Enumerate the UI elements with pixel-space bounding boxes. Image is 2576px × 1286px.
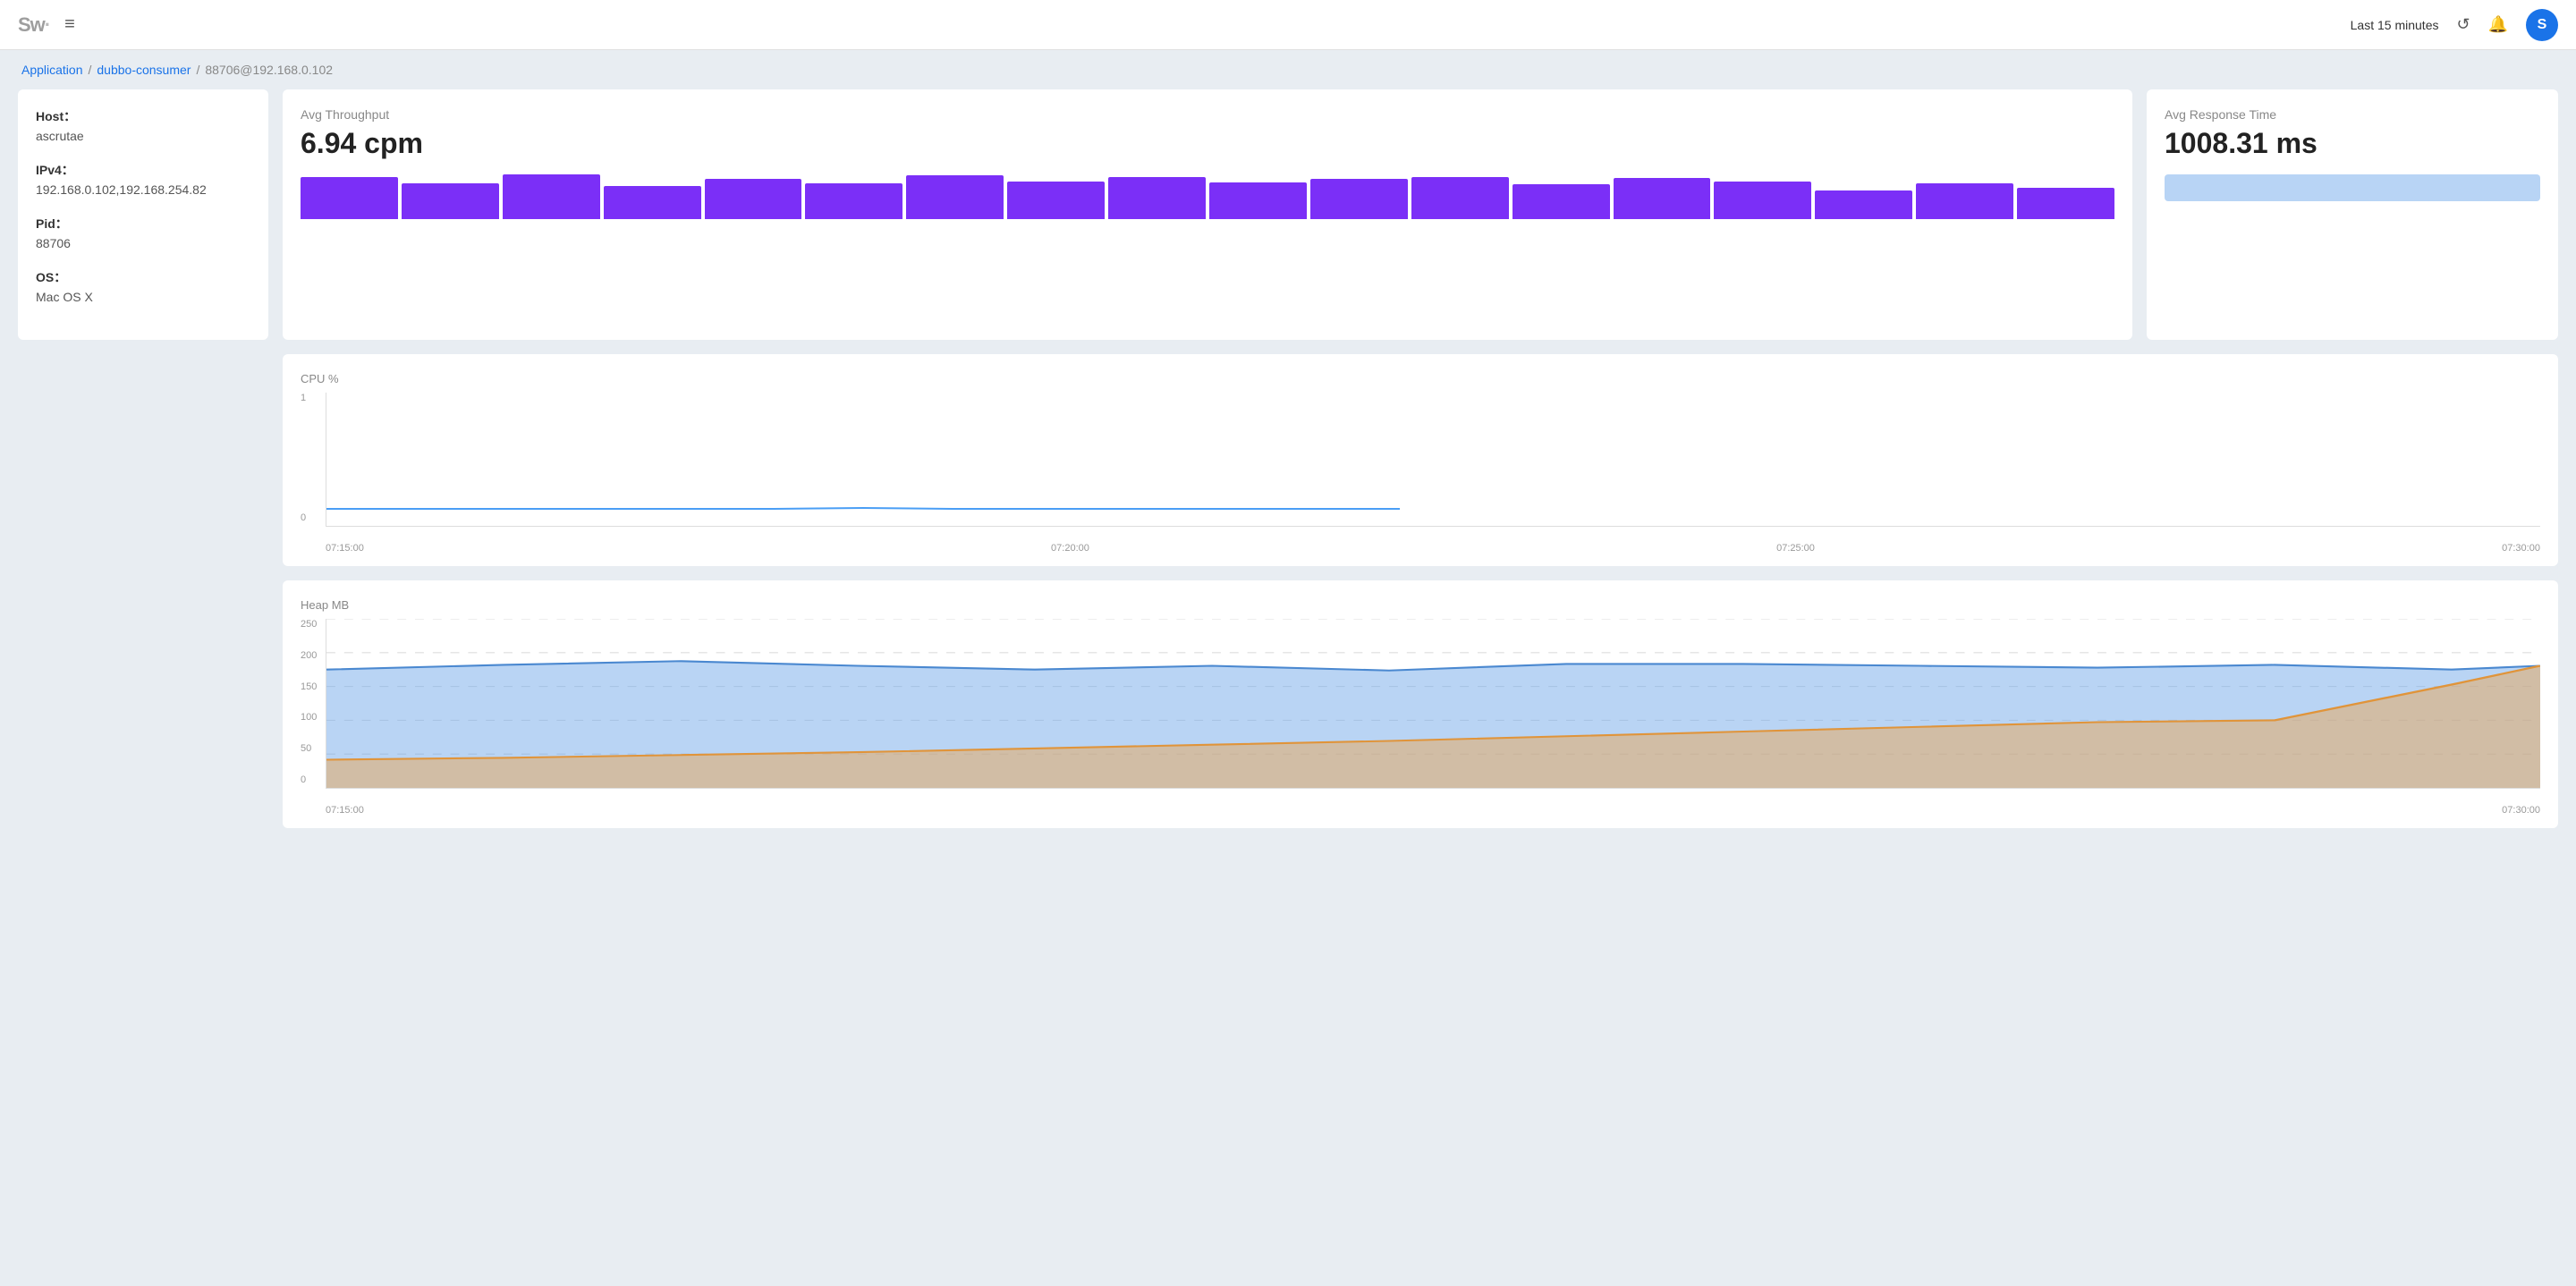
- throughput-bar: [1411, 177, 1509, 219]
- logo-dot: ·: [45, 13, 50, 36]
- breadcrumb: Application / dubbo-consumer / 88706@192…: [0, 50, 2576, 89]
- pid-value: 88706: [36, 236, 250, 250]
- cpu-x-4: 07:30:00: [2502, 543, 2540, 554]
- throughput-bars: [301, 174, 2114, 219]
- throughput-bar: [402, 183, 499, 219]
- throughput-bar: [2017, 188, 2114, 219]
- heap-x-end: 07:30:00: [2502, 805, 2540, 816]
- heap-chart-card: Heap MB 250 200 150 100 50 0: [283, 580, 2558, 828]
- throughput-bar: [1310, 179, 1408, 219]
- logo[interactable]: Sw·: [18, 13, 50, 37]
- cpu-y-max: 1: [301, 393, 306, 403]
- heap-y-200: 200: [301, 650, 317, 661]
- throughput-bar: [1916, 183, 2013, 219]
- response-time-title: Avg Response Time: [2165, 107, 2540, 122]
- cpu-chart-title: CPU %: [301, 372, 2540, 385]
- header-right: Last 15 minutes ↺ 🔔 S: [2351, 9, 2558, 41]
- cpu-y-labels: 1 0: [301, 393, 306, 527]
- throughput-bar: [1108, 177, 1206, 219]
- throughput-bar: [503, 174, 600, 219]
- header: Sw· ≡ Last 15 minutes ↺ 🔔 S: [0, 0, 2576, 50]
- throughput-bar: [1007, 182, 1105, 219]
- response-time-bar: [2165, 174, 2540, 201]
- throughput-bar: [1513, 184, 1610, 219]
- throughput-bar: [604, 186, 701, 219]
- response-time-value: 1008.31 ms: [2165, 127, 2540, 160]
- ipv4-label: IPv4：: [36, 161, 250, 179]
- main-content: Host： ascrutae IPv4： 192.168.0.102,192.1…: [0, 89, 2576, 846]
- throughput-bar: [1209, 182, 1307, 219]
- breadcrumb-pid: 88706@192.168.0.102: [205, 63, 333, 77]
- throughput-bar: [1815, 190, 1912, 219]
- host-value: ascrutae: [36, 129, 250, 143]
- pid-label: Pid：: [36, 215, 250, 233]
- heap-y-50: 50: [301, 743, 317, 754]
- cpu-x-2: 07:20:00: [1051, 543, 1089, 554]
- heap-x-start: 07:15:00: [326, 805, 364, 816]
- os-label: OS：: [36, 268, 250, 286]
- heap-y-100: 100: [301, 712, 317, 723]
- heap-chart-title: Heap MB: [301, 598, 2540, 612]
- throughput-bar: [1614, 178, 1711, 219]
- heap-chart: 250 200 150 100 50 0: [301, 619, 2540, 816]
- os-item: OS： Mac OS X: [36, 268, 250, 304]
- throughput-bar: [301, 177, 398, 219]
- os-value: Mac OS X: [36, 290, 250, 304]
- throughput-card: Avg Throughput 6.94 cpm: [283, 89, 2132, 340]
- cpu-chart-area: [326, 393, 2540, 527]
- pid-item: Pid： 88706: [36, 215, 250, 250]
- heap-x-labels: 07:15:00 07:30:00: [326, 805, 2540, 816]
- cpu-x-1: 07:15:00: [326, 543, 364, 554]
- host-label: Host：: [36, 107, 250, 125]
- breadcrumb-sep2: /: [196, 63, 199, 77]
- throughput-bar: [805, 183, 902, 219]
- throughput-value: 6.94 cpm: [301, 127, 2114, 160]
- heap-chart-area: [326, 619, 2540, 789]
- heap-y-250: 250: [301, 619, 317, 630]
- time-range-label: Last 15 minutes: [2351, 18, 2439, 32]
- cpu-x-3: 07:25:00: [1776, 543, 1815, 554]
- cpu-chart: 1 0 07:15:00 07:20:00 07:25:00 07:30:00: [301, 393, 2540, 554]
- bell-icon[interactable]: 🔔: [2488, 15, 2508, 34]
- refresh-icon[interactable]: ↺: [2456, 15, 2470, 34]
- heap-y-150: 150: [301, 681, 317, 692]
- ipv4-value: 192.168.0.102,192.168.254.82: [36, 182, 250, 197]
- heap-y-labels: 250 200 150 100 50 0: [301, 619, 317, 789]
- bottom-row: CPU % 1 0 07:15:00 07:20:00: [18, 354, 2558, 828]
- throughput-bar: [1714, 182, 1811, 219]
- heap-chart-svg: [326, 619, 2540, 788]
- avatar[interactable]: S: [2526, 9, 2558, 41]
- cpu-chart-card: CPU % 1 0 07:15:00 07:20:00: [283, 354, 2558, 566]
- menu-icon[interactable]: ≡: [64, 14, 75, 35]
- cpu-chart-svg: [326, 393, 2540, 526]
- host-item: Host： ascrutae: [36, 107, 250, 143]
- response-time-card: Avg Response Time 1008.31 ms: [2147, 89, 2558, 340]
- heap-y-0: 0: [301, 774, 317, 785]
- breadcrumb-sep1: /: [89, 63, 92, 77]
- throughput-bar: [906, 175, 1004, 219]
- ipv4-item: IPv4： 192.168.0.102,192.168.254.82: [36, 161, 250, 197]
- breadcrumb-instance[interactable]: dubbo-consumer: [97, 63, 191, 77]
- throughput-title: Avg Throughput: [301, 107, 2114, 122]
- cpu-y-min: 0: [301, 512, 306, 523]
- top-row: Host： ascrutae IPv4： 192.168.0.102,192.1…: [18, 89, 2558, 340]
- info-card: Host： ascrutae IPv4： 192.168.0.102,192.1…: [18, 89, 268, 340]
- header-left: Sw· ≡: [18, 13, 75, 37]
- logo-sw: Sw: [18, 13, 45, 36]
- charts-column: CPU % 1 0 07:15:00 07:20:00: [283, 354, 2558, 828]
- throughput-bar: [705, 179, 802, 219]
- breadcrumb-app[interactable]: Application: [21, 63, 83, 77]
- cpu-x-labels: 07:15:00 07:20:00 07:25:00 07:30:00: [326, 543, 2540, 554]
